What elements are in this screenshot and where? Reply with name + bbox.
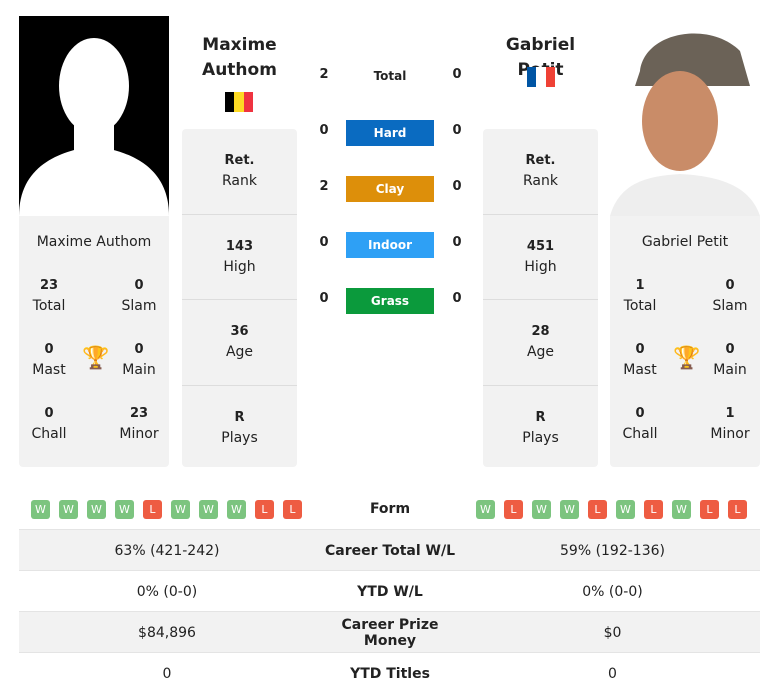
surface-clay: Clay (346, 176, 434, 202)
h2h-total-left: 2 (319, 67, 329, 82)
table-row: 63% (421-242) Career Total W/L 59% (192-13… (19, 529, 760, 571)
table-row: 0% (0-0) YTD W/L 0% (0-0) (19, 570, 760, 612)
player-right-photo (610, 16, 760, 216)
form-result-badge[interactable]: W (560, 500, 579, 519)
form-result-badge[interactable]: W (199, 500, 218, 519)
flag-belgium-icon (225, 92, 253, 112)
h2h-indoor-left: 0 (319, 235, 329, 250)
form-result-badge[interactable]: L (700, 500, 719, 519)
left-form: WWWWLWWWLL (31, 500, 302, 519)
form-result-badge[interactable]: W (59, 500, 78, 519)
right-form: WLWWLWLWLL (476, 500, 747, 519)
right-mast: 0 Mast (623, 342, 657, 378)
form-result-badge[interactable]: W (31, 500, 50, 519)
h2h-hard-right: 0 (452, 123, 462, 138)
right-stats: Ret. Rank 451 High 28 Age R Plays (483, 129, 598, 467)
h2h-indoor-right: 0 (452, 235, 462, 250)
left-minor: 23 Minor (119, 406, 159, 442)
player-right-name: Gabriel Petit (641, 234, 729, 250)
trophy-icon: 🏆 (673, 346, 701, 371)
player-left-name: Maxime Authom (36, 234, 152, 250)
form-result-badge[interactable]: L (283, 500, 302, 519)
table-row: 0 YTD Titles 0 (19, 652, 760, 694)
form-result-badge[interactable]: W (532, 500, 551, 519)
form-result-badge[interactable]: L (143, 500, 162, 519)
form-result-badge[interactable]: W (616, 500, 635, 519)
left-total: 23 Total (32, 278, 66, 314)
form-result-badge[interactable]: L (255, 500, 274, 519)
right-main: 0 Main (713, 342, 747, 378)
left-slam: 0 Slam (121, 278, 157, 314)
left-mast: 0 Mast (32, 342, 66, 378)
right-minor: 1 Minor (710, 406, 750, 442)
right-chall: 0 Chall (622, 406, 658, 442)
form-result-badge[interactable]: L (504, 500, 523, 519)
h2h-hard-left: 0 (319, 123, 329, 138)
h2h-total-label: Total (373, 69, 407, 83)
form-result-badge[interactable]: W (672, 500, 691, 519)
player-left-title[interactable]: Maxime Authom (182, 33, 297, 83)
form-result-badge[interactable]: L (588, 500, 607, 519)
left-chall: 0 Chall (31, 406, 67, 442)
form-result-badge[interactable]: W (227, 500, 246, 519)
trophy-icon: 🏆 (82, 346, 110, 371)
h2h-total-right: 0 (452, 67, 462, 82)
h2h-clay-right: 0 (452, 179, 462, 194)
form-result-badge[interactable]: W (87, 500, 106, 519)
form-result-badge[interactable]: W (171, 500, 190, 519)
left-main: 0 Main (122, 342, 156, 378)
form-result-badge[interactable]: L (644, 500, 663, 519)
flag-france-icon (527, 67, 555, 87)
surface-hard: Hard (346, 120, 434, 146)
h2h-grass-right: 0 (452, 291, 462, 306)
h2h-grass-left: 0 (319, 291, 329, 306)
player-left-photo (19, 16, 169, 216)
form-label: Form (369, 501, 411, 517)
right-slam: 0 Slam (712, 278, 748, 314)
left-stats: Ret. Rank 143 High 36 Age R Plays (182, 129, 297, 467)
player-left-card: Maxime Authom 23 Total 0 Slam 0 Mast 🏆 0 Mai… (19, 216, 169, 467)
form-result-badge[interactable]: L (728, 500, 747, 519)
surface-grass: Grass (346, 288, 434, 314)
form-result-badge[interactable]: W (476, 500, 495, 519)
player-right-card: Gabriel Petit 1 Total 0 Slam 0 Mast 🏆 0 Main… (610, 216, 760, 467)
surface-indoor: Indoor (346, 232, 434, 258)
right-total: 1 Total (623, 278, 657, 314)
form-result-badge[interactable]: W (115, 500, 134, 519)
h2h-clay-left: 2 (319, 179, 329, 194)
table-row: $84,896 Career Prize Money $0 (19, 611, 760, 653)
